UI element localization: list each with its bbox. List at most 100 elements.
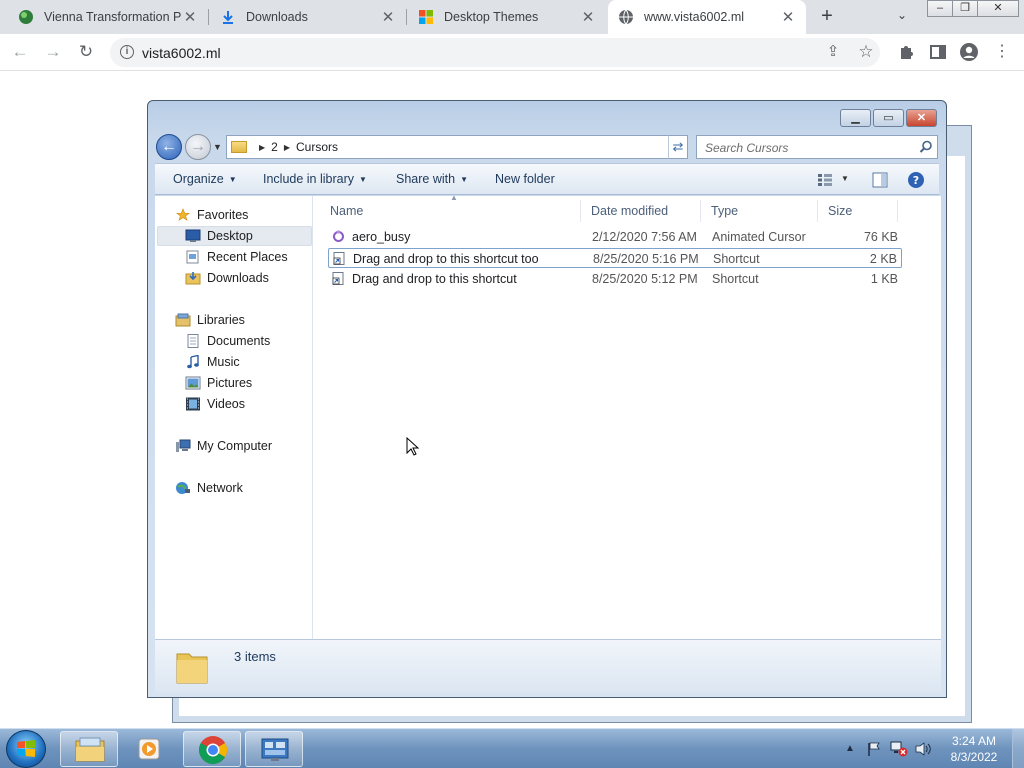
breadcrumb-arrow-icon[interactable]: ▶: [259, 143, 265, 152]
tab-search-chevron-icon[interactable]: ⌄: [897, 8, 907, 22]
nav-music[interactable]: Music: [185, 352, 240, 372]
network-globe-icon: [176, 482, 190, 494]
recent-places-icon: [186, 250, 199, 264]
details-pane: 3 items: [155, 639, 941, 693]
nav-pictures[interactable]: Pictures: [185, 373, 252, 393]
tab-title: Vienna Transformation Pa: [44, 10, 182, 24]
column-name-label: Name: [330, 204, 364, 218]
column-type-label: Type: [711, 204, 739, 218]
explorer-address-bar[interactable]: ▶ 2 ▶ Cursors ▼: [226, 135, 688, 159]
nav-documents[interactable]: Documents: [185, 331, 270, 351]
file-row[interactable]: aero_busy 2/12/2020 7:56 AM Animated Cur…: [328, 227, 902, 247]
network-disconnected-icon[interactable]: [890, 741, 908, 757]
views-icon[interactable]: [817, 173, 833, 187]
nav-my-computer[interactable]: My Computer: [175, 436, 272, 456]
tab-vista6002[interactable]: www.vista6002.ml ✕: [608, 0, 806, 34]
nav-network[interactable]: Network: [175, 478, 243, 498]
organize-button[interactable]: Organize ▼: [173, 172, 237, 186]
tab-close-icon[interactable]: ✕: [780, 8, 796, 26]
views-dropdown-icon[interactable]: ▼: [841, 174, 849, 183]
side-panel-icon[interactable]: [928, 42, 948, 62]
downloads-folder-icon: [185, 272, 201, 285]
shortcut-icon: [332, 272, 344, 285]
breadcrumb-item[interactable]: 2: [271, 140, 278, 154]
share-icon[interactable]: ⇪: [823, 42, 843, 62]
start-button[interactable]: [6, 730, 46, 768]
close-icon[interactable]: ✕: [906, 109, 937, 127]
nav-libraries-label: Libraries: [197, 313, 245, 327]
taskbar-control-panel[interactable]: [245, 731, 303, 767]
column-header-name[interactable]: Name: [320, 200, 581, 222]
extensions-puzzle-icon[interactable]: [896, 42, 916, 62]
organize-label: Organize: [173, 172, 224, 186]
nav-downloads[interactable]: Downloads: [185, 268, 269, 288]
browser-toolbar: ← → ↻ i vista6002.ml ⇪ ☆ ⋮: [0, 34, 1024, 71]
tab-separator: [406, 9, 407, 25]
tab-close-icon[interactable]: ✕: [580, 8, 596, 26]
new-folder-label: New folder: [495, 172, 555, 186]
maximize-icon[interactable]: ▭: [873, 109, 904, 127]
folder-icon: [231, 141, 247, 153]
restore-icon[interactable]: ❐: [952, 0, 978, 17]
share-with-button[interactable]: Share with ▼: [396, 172, 468, 186]
nav-libraries[interactable]: Libraries: [175, 310, 245, 330]
file-row[interactable]: Drag and drop to this shortcut 8/25/2020…: [328, 269, 902, 289]
recent-pages-dropdown-icon[interactable]: ▼: [213, 142, 222, 152]
reload-icon[interactable]: ↻: [76, 42, 96, 62]
minimize-icon[interactable]: –: [927, 0, 953, 17]
profile-avatar-icon[interactable]: [959, 42, 979, 62]
tab-close-icon[interactable]: ✕: [380, 8, 396, 26]
address-url: vista6002.ml: [142, 45, 221, 61]
nav-desktop[interactable]: Desktop: [185, 226, 253, 246]
tab-desktop-themes[interactable]: Desktop Themes ✕: [408, 0, 606, 34]
tab-vienna[interactable]: Vienna Transformation Pa ✕: [8, 0, 208, 34]
minimize-icon[interactable]: ▁: [840, 109, 871, 127]
breadcrumb-item[interactable]: Cursors: [296, 140, 338, 154]
refresh-icon[interactable]: ⇄: [668, 135, 688, 159]
search-input[interactable]: Search Cursors: [696, 135, 938, 159]
tab-downloads[interactable]: Downloads ✕: [210, 0, 406, 34]
search-icon[interactable]: [919, 140, 933, 154]
forward-arrow-icon[interactable]: →: [185, 134, 211, 160]
forward-arrow-icon[interactable]: →: [43, 42, 63, 62]
include-in-library-button[interactable]: Include in library ▼: [263, 172, 367, 186]
tab-title: Desktop Themes: [444, 10, 539, 24]
action-center-flag-icon[interactable]: [866, 741, 882, 757]
nav-my-computer-label: My Computer: [197, 439, 273, 453]
nav-favorites[interactable]: Favorites: [175, 205, 248, 225]
close-icon[interactable]: ✕: [977, 0, 1019, 17]
preview-pane-icon[interactable]: [872, 172, 888, 188]
nav-recent-places[interactable]: Recent Places: [185, 247, 288, 267]
show-hidden-icons-icon[interactable]: ▲: [845, 743, 855, 754]
new-folder-button[interactable]: New folder: [495, 172, 555, 186]
new-tab-icon[interactable]: +: [816, 5, 838, 27]
system-clock[interactable]: 3:24 AM 8/3/2022: [944, 733, 1004, 765]
shortcut-icon: [333, 252, 345, 265]
tab-close-icon[interactable]: ✕: [182, 8, 198, 26]
column-header-size[interactable]: Size: [818, 200, 898, 222]
bookmark-star-icon[interactable]: ☆: [856, 42, 876, 62]
nav-videos[interactable]: Videos: [185, 394, 245, 414]
nav-documents-label: Documents: [207, 334, 271, 348]
breadcrumb-arrow-icon[interactable]: ▶: [284, 143, 290, 152]
folder-icon: [176, 653, 208, 684]
nav-pictures-label: Pictures: [207, 376, 253, 390]
site-info-icon[interactable]: i: [120, 45, 134, 59]
column-header-date[interactable]: Date modified: [581, 200, 701, 222]
desktop-icon: [185, 229, 201, 242]
address-bar[interactable]: i vista6002.ml: [110, 38, 880, 67]
back-arrow-icon[interactable]: ←: [10, 42, 30, 62]
help-icon[interactable]: ?: [907, 171, 925, 189]
download-icon: [223, 11, 233, 24]
kebab-menu-icon[interactable]: ⋮: [992, 42, 1012, 62]
taskbar-media-player[interactable]: [122, 731, 180, 767]
file-row[interactable]: Drag and drop to this shortcut too 8/25/…: [328, 248, 902, 268]
column-header-type[interactable]: Type: [701, 200, 818, 222]
windows-logo-icon: [419, 10, 433, 24]
back-arrow-icon[interactable]: ←: [156, 134, 182, 160]
show-desktop-button[interactable]: [1012, 729, 1024, 768]
volume-icon[interactable]: [914, 741, 932, 757]
taskbar-chrome[interactable]: [183, 731, 241, 767]
taskbar-explorer[interactable]: [60, 731, 118, 767]
windows-logo-icon: [17, 740, 35, 757]
